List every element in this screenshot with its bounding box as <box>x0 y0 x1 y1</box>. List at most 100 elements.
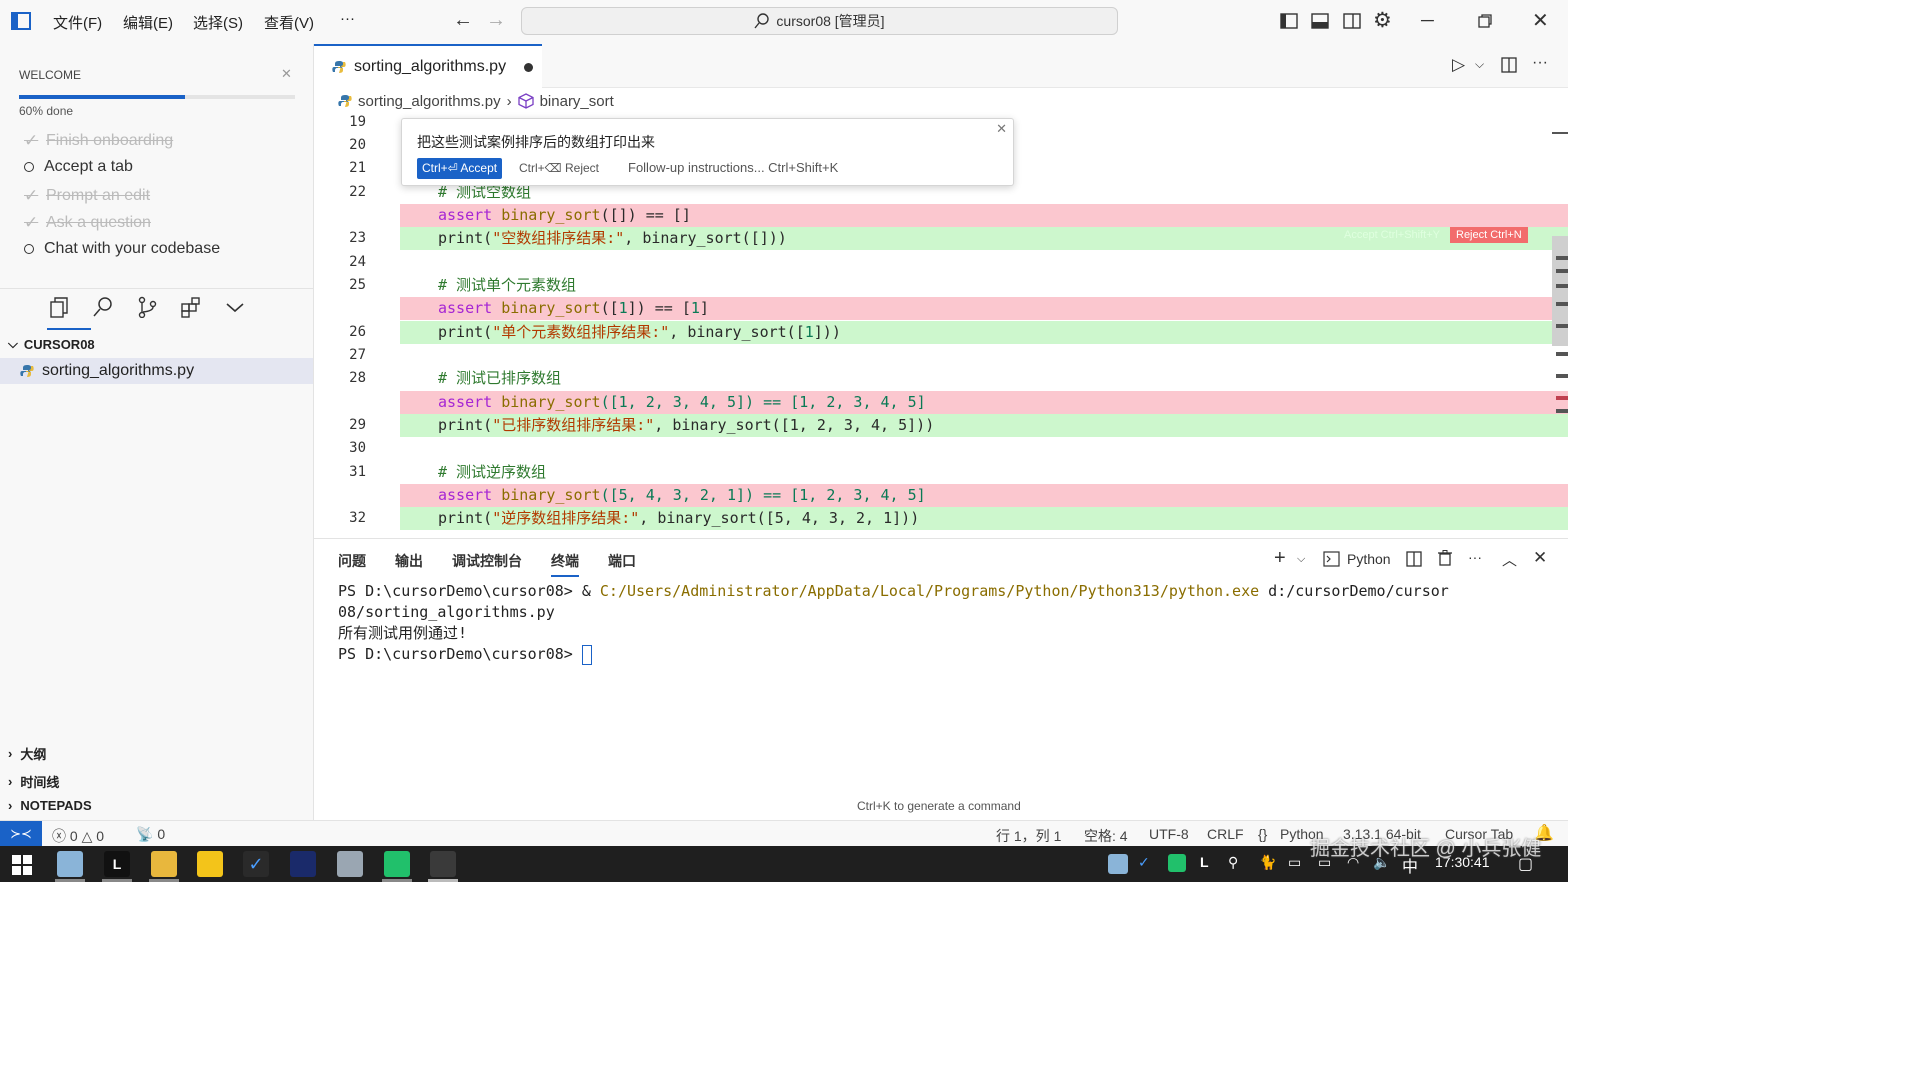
onboarding-item-accept-tab[interactable]: Accept a tab <box>24 158 133 176</box>
file-name: sorting_algorithms.py <box>42 362 195 379</box>
ports-indicator[interactable]: 📡 0 <box>136 826 165 843</box>
taskbar-app-pycharm-icon[interactable] <box>384 851 410 877</box>
hunk-reject-button[interactable]: Reject Ctrl+N <box>1450 227 1528 243</box>
trash-icon[interactable] <box>1438 550 1452 566</box>
errors-indicator[interactable]: ⓧ 0 △ 0 <box>52 826 104 846</box>
inline-edit-text[interactable]: 把这些测试案例排序后的数组打印出来 <box>417 132 655 152</box>
overview-ruler <box>1552 132 1568 413</box>
tab-debug-console[interactable]: 调试控制台 <box>452 551 522 571</box>
tray-jetbrains-icon[interactable]: L <box>1200 854 1209 870</box>
onboarding-item-chat-codebase[interactable]: Chat with your codebase <box>24 240 220 258</box>
toggle-sidebar-icon[interactable] <box>1280 12 1298 30</box>
tab-output[interactable]: 输出 <box>395 551 423 571</box>
terminal-line: 08/sorting_algorithms.py <box>338 603 555 621</box>
split-editor-icon[interactable] <box>1501 57 1517 73</box>
search-view-icon[interactable] <box>92 296 114 318</box>
terminal-icon <box>1323 551 1340 567</box>
section-timeline[interactable]: › 时间线 <box>8 772 59 791</box>
accept-button[interactable]: Ctrl+⏎ Accept <box>417 158 503 179</box>
tray-pycharm-icon[interactable] <box>1168 854 1186 872</box>
bottom-panel: 问题 输出 调试控制台 终端 端口 + ⌵ Python ··· ︿ ✕ PS … <box>314 538 1568 820</box>
menu-selection[interactable]: 选择(S) <box>193 12 243 33</box>
taskbar-app-game-icon[interactable] <box>290 851 316 877</box>
section-outline[interactable]: › 大纲 <box>8 744 46 763</box>
chevron-down-icon[interactable] <box>224 296 246 318</box>
onboarding-item-finish[interactable]: ✓ Finish onboarding <box>24 131 173 151</box>
tab-ports[interactable]: 端口 <box>608 551 636 571</box>
menu-file[interactable]: 文件(F) <box>53 12 102 33</box>
taskbar-app-avatar-icon[interactable] <box>57 851 83 877</box>
menu-view[interactable]: 查看(V) <box>264 12 314 33</box>
line-number: 30 <box>349 440 366 456</box>
forward-arrow-icon[interactable]: → <box>486 9 506 32</box>
tray-display-icon[interactable]: ▭ <box>1288 854 1301 871</box>
circle-icon <box>24 162 34 172</box>
section-notepads[interactable]: › NOTEPADS <box>8 798 92 813</box>
title-bar: 文件(F) 编辑(E) 选择(S) 查看(V) ··· ← → cursor08… <box>0 0 1568 44</box>
onboarding-item-ask-question[interactable]: ✓ Ask a question <box>24 213 151 233</box>
taskbar-app-player-icon[interactable] <box>197 851 223 877</box>
hunk-accept-button[interactable]: Accept Ctrl+Shift+Y <box>1338 227 1446 243</box>
toggle-secondary-sidebar-icon[interactable] <box>1343 12 1361 30</box>
app-logo-icon[interactable] <box>11 12 31 30</box>
taskbar-app-tools-icon[interactable] <box>337 851 363 877</box>
taskbar-app-check-icon[interactable]: ✓ <box>243 851 269 877</box>
terminal-shell-name[interactable]: Python <box>1347 551 1391 567</box>
settings-gear-icon[interactable]: ⚙ <box>1373 8 1392 33</box>
close-icon[interactable]: ✕ <box>996 121 1007 137</box>
taskbar-app-cursor-icon[interactable] <box>430 851 456 877</box>
tray-cat-icon[interactable]: 🐈 <box>1259 854 1276 871</box>
diff-removed-line: assert binary_sort([1]) == [1] <box>400 297 1568 320</box>
tab-terminal[interactable]: 终端 <box>551 551 579 577</box>
activity-bar <box>48 296 246 318</box>
line-ending[interactable]: CRLF <box>1207 826 1244 842</box>
tab-problems[interactable]: 问题 <box>338 551 366 571</box>
more-actions-icon[interactable]: ··· <box>1468 549 1482 565</box>
breadcrumb-symbol[interactable]: binary_sort <box>540 93 614 110</box>
extensions-icon[interactable] <box>180 296 202 318</box>
editor-tab[interactable]: sorting_algorithms.py <box>314 44 542 88</box>
menu-more[interactable]: ··· <box>340 10 355 27</box>
encoding[interactable]: UTF-8 <box>1149 826 1189 842</box>
tray-network-icon[interactable]: ⚲ <box>1228 854 1238 871</box>
back-arrow-icon[interactable]: ← <box>453 9 473 32</box>
explorer-files-icon[interactable] <box>48 296 70 318</box>
taskbar-app-folder-icon[interactable] <box>151 851 177 877</box>
welcome-close-icon[interactable]: ✕ <box>281 66 292 82</box>
remote-indicator-icon[interactable]: ≻≺ <box>0 821 42 847</box>
inline-edit-prompt[interactable]: 把这些测试案例排序后的数组打印出来 ✕ Ctrl+⏎ Accept Ctrl+⌫… <box>401 118 1014 186</box>
folder-name: CURSOR08 <box>23 336 95 352</box>
taskbar-app-jetbrains-icon[interactable]: L <box>104 851 130 877</box>
split-terminal-icon[interactable] <box>1406 551 1422 567</box>
run-dropdown-chevron-icon[interactable]: ⌵ <box>1475 57 1484 72</box>
terminal-dropdown-chevron-icon[interactable]: ⌵ <box>1297 553 1305 566</box>
breadcrumb-file[interactable]: sorting_algorithms.py <box>358 93 501 110</box>
toggle-panel-icon[interactable] <box>1311 12 1329 30</box>
unsaved-dot-icon[interactable] <box>524 62 534 72</box>
menu-edit[interactable]: 编辑(E) <box>123 12 173 33</box>
terminal-prompt[interactable]: PS D:\cursorDemo\cursor08> <box>338 644 592 665</box>
indentation[interactable]: 空格: 4 <box>1084 826 1128 846</box>
run-play-icon[interactable]: ▷ <box>1452 55 1465 75</box>
explorer-folder-header[interactable]: ⌵ CURSOR08 <box>8 336 95 352</box>
maximize-panel-icon[interactable]: ︿ <box>1502 549 1517 570</box>
tray-avatar-icon[interactable] <box>1108 854 1128 874</box>
more-actions-icon[interactable]: ··· <box>1532 54 1548 72</box>
close-window-icon[interactable]: ✕ <box>1532 8 1549 33</box>
onboarding-item-prompt-edit[interactable]: ✓ Prompt an edit <box>24 186 150 206</box>
explorer-file-item[interactable]: sorting_algorithms.py <box>0 358 313 384</box>
chevron-right-icon: › <box>8 774 13 789</box>
source-control-icon[interactable] <box>136 296 158 318</box>
windows-start-icon[interactable] <box>12 855 32 875</box>
command-center-search[interactable]: cursor08 [管理员] <box>521 7 1118 35</box>
close-panel-icon[interactable]: ✕ <box>1533 548 1547 568</box>
restore-icon[interactable] <box>1478 14 1492 28</box>
cursor-position[interactable]: 行 1，列 1 <box>996 826 1061 846</box>
chevron-down-icon: ⌵ <box>8 336 18 351</box>
followup-instructions[interactable]: Follow-up instructions... Ctrl+Shift+K <box>628 160 838 175</box>
minimize-icon[interactable]: ─ <box>1421 10 1434 31</box>
new-terminal-plus-icon[interactable]: + <box>1274 547 1286 570</box>
reject-button[interactable]: Ctrl+⌫ Reject <box>519 161 599 175</box>
tray-check-icon[interactable]: ✓ <box>1138 854 1150 871</box>
diff-added-line: 29 print("已排序数组排序结果:", binary_sort([1, 2,… <box>349 414 1568 437</box>
